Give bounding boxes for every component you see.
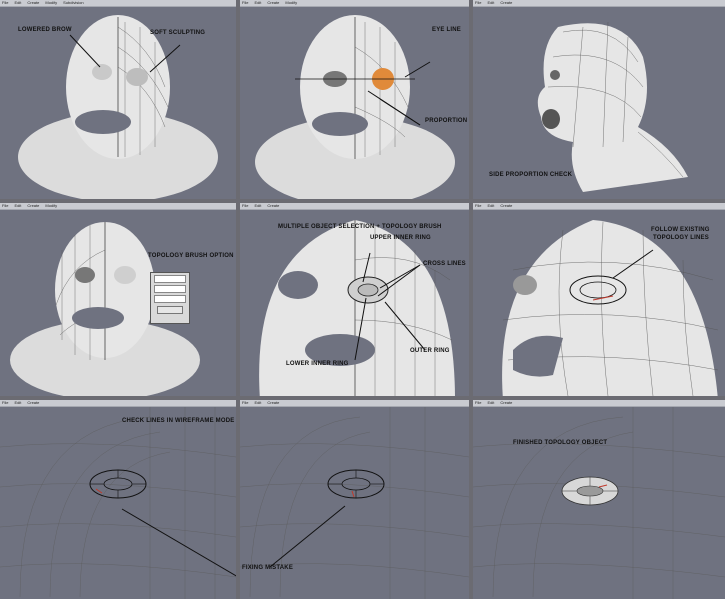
callout-label: EYE LINE: [432, 27, 461, 33]
viewport-panel-1: File Edit Create Modify Subdivision LOWE…: [0, 0, 236, 199]
menu-item[interactable]: File: [242, 400, 248, 406]
menu-item[interactable]: File: [242, 203, 248, 209]
callout-label: PROPORTION: [425, 118, 468, 124]
callout-label: LOWERED BROW: [18, 27, 72, 33]
callout-label: FINISHED TOPOLOGY OBJECT: [513, 440, 608, 446]
dialog-button[interactable]: [157, 306, 183, 314]
head-mesh-topology: [10, 222, 200, 396]
3d-viewport[interactable]: [0, 407, 236, 599]
menu-item[interactable]: Create: [27, 400, 39, 406]
viewport-panel-9: File Edit Create FINISHED TOPOLOGY OBJEC…: [473, 400, 725, 599]
menu-item[interactable]: Edit: [254, 0, 261, 6]
callout-label: OUTER RING: [410, 348, 450, 354]
3d-viewport[interactable]: [240, 7, 469, 199]
menu-item[interactable]: Create: [27, 0, 39, 6]
viewport-panel-8: File Edit Create FIXING MISTAKE: [240, 400, 469, 599]
menu-item[interactable]: File: [2, 400, 8, 406]
menu-item[interactable]: File: [2, 0, 8, 6]
menu-item[interactable]: Create: [267, 400, 279, 406]
option-field[interactable]: [154, 285, 186, 293]
menu-bar[interactable]: File Edit Create: [240, 400, 469, 407]
viewport-panel-5: File Edit Create MULTIPLE OBJECT SELECTI…: [240, 203, 469, 396]
menu-bar[interactable]: File Edit Create: [240, 203, 469, 210]
callout-label: CHECK LINES IN WIREFRAME MODE: [122, 418, 235, 424]
menu-item[interactable]: File: [475, 0, 481, 6]
menu-bar[interactable]: File Edit Create Modify: [240, 0, 469, 7]
viewport-panel-2: File Edit Create Modify EYE LINE PROPORT…: [240, 0, 469, 199]
menu-bar[interactable]: File Edit Create: [0, 400, 236, 407]
menu-item[interactable]: Edit: [487, 203, 494, 209]
menu-item[interactable]: File: [475, 400, 481, 406]
callout-label: CROSS LINES: [423, 261, 466, 267]
menu-item[interactable]: Create: [500, 0, 512, 6]
viewport-panel-4: File Edit Create Modify TOPOLOGY BRUSH O…: [0, 203, 236, 396]
menu-item[interactable]: Edit: [14, 203, 21, 209]
menu-bar[interactable]: File Edit Create: [473, 400, 725, 407]
callout-label: LOWER INNER RING: [286, 361, 349, 367]
menu-item[interactable]: Subdivision: [63, 0, 83, 6]
viewport-panel-6: File Edit Create FOLLOW EXISTING TOPOLOG…: [473, 203, 725, 396]
menu-item[interactable]: Create: [27, 203, 39, 209]
viewport-panel-3: File Edit Create SIDE PROPORTION CHECK: [473, 0, 725, 199]
option-field[interactable]: [154, 275, 186, 283]
menu-item[interactable]: Modify: [45, 203, 57, 209]
menu-item[interactable]: Edit: [254, 400, 261, 406]
callout-label: UPPER INNER RING: [370, 235, 431, 241]
topology-brush-dialog[interactable]: [150, 272, 190, 324]
menu-item[interactable]: Modify: [285, 0, 297, 6]
callout-label: FIXING MISTAKE: [242, 565, 294, 571]
callout-label: TOPOLOGY LINES: [653, 235, 709, 241]
3d-viewport[interactable]: [0, 210, 236, 396]
3d-viewport[interactable]: [240, 210, 469, 396]
menu-item[interactable]: Edit: [254, 203, 261, 209]
menu-bar[interactable]: File Edit Create: [473, 0, 725, 7]
menu-item[interactable]: Modify: [45, 0, 57, 6]
finished-topology-object: [473, 407, 725, 599]
tutorial-collage: File Edit Create Modify Subdivision LOWE…: [0, 0, 725, 599]
menu-item[interactable]: File: [242, 0, 248, 6]
menu-item[interactable]: File: [2, 203, 8, 209]
menu-item[interactable]: Edit: [14, 400, 21, 406]
viewport-panel-7: File Edit Create CHECK LINES IN WIREFRAM…: [0, 400, 236, 599]
menu-item[interactable]: Edit: [14, 0, 21, 6]
menu-bar[interactable]: File Edit Create Modify: [0, 203, 236, 210]
menu-item[interactable]: Edit: [487, 400, 494, 406]
menu-item[interactable]: Create: [500, 400, 512, 406]
3d-viewport[interactable]: [473, 407, 725, 599]
callout-label: FOLLOW EXISTING: [651, 227, 710, 233]
menu-item[interactable]: File: [475, 203, 481, 209]
callout-label: TOPOLOGY BRUSH OPTION: [148, 253, 234, 259]
menu-item[interactable]: Create: [267, 0, 279, 6]
head-mesh-eye-line: [255, 15, 455, 199]
callout-label: SIDE PROPORTION CHECK: [489, 172, 573, 178]
option-field[interactable]: [154, 295, 186, 303]
menu-bar[interactable]: File Edit Create: [473, 203, 725, 210]
wireframe-view-1: [0, 407, 236, 599]
head-mesh-side: [537, 21, 688, 192]
callout-label: SOFT SCULPTING: [150, 30, 206, 36]
menu-item[interactable]: Create: [267, 203, 279, 209]
menu-item[interactable]: Create: [500, 203, 512, 209]
3d-viewport[interactable]: [473, 7, 725, 199]
head-mesh-closeup: [259, 220, 455, 396]
menu-bar[interactable]: File Edit Create Modify Subdivision: [0, 0, 236, 7]
callout-label: MULTIPLE OBJECT SELECTION + TOPOLOGY BRU…: [278, 224, 442, 230]
menu-item[interactable]: Edit: [487, 0, 494, 6]
